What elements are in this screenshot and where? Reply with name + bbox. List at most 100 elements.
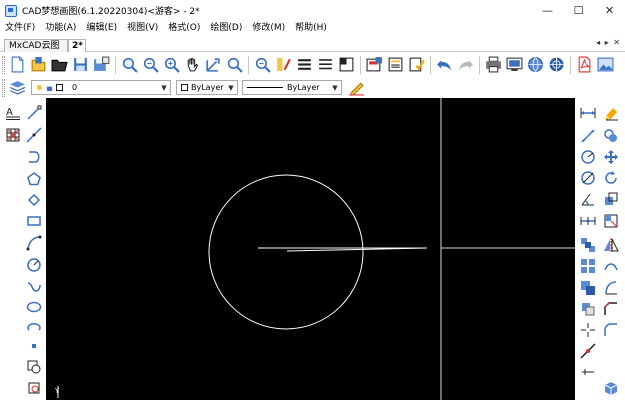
single-line-text-icon[interactable]: A — [3, 103, 23, 123]
layer-select[interactable]: 0 ▼ — [31, 80, 171, 95]
point-icon[interactable] — [24, 336, 44, 356]
hatch-grid-icon[interactable] — [3, 125, 23, 145]
line-icon[interactable] — [24, 103, 44, 123]
spline-icon[interactable] — [24, 277, 44, 297]
toolbar-separator — [248, 55, 249, 74]
copy-icon[interactable] — [601, 126, 621, 146]
properties-panel-icon[interactable] — [578, 362, 598, 382]
zoom-all-icon[interactable] — [161, 54, 182, 75]
open-file-icon[interactable] — [49, 54, 70, 75]
color-select[interactable]: ByLayer ▼ — [176, 80, 238, 95]
ellipse-arc-icon[interactable] — [24, 317, 44, 337]
open-folder-icon[interactable] — [28, 54, 49, 75]
polygon-icon[interactable] — [24, 169, 44, 189]
explode-icon[interactable] — [578, 320, 598, 340]
toolbar-grip[interactable] — [2, 78, 5, 97]
linetype-select[interactable]: ByLayer ▼ — [242, 80, 342, 95]
minimize-button[interactable]: — — [532, 0, 563, 20]
chevron-down-icon[interactable]: ▼ — [331, 83, 339, 92]
chevron-down-icon[interactable]: ▼ — [160, 83, 168, 92]
3d-box-icon[interactable] — [601, 378, 621, 398]
fillet-icon[interactable] — [601, 320, 621, 340]
menu-edit[interactable]: 编辑(E) — [81, 20, 122, 37]
save-as-icon[interactable] — [91, 54, 112, 75]
extend-icon[interactable] — [601, 278, 621, 298]
menu-draw[interactable]: 绘图(D) — [205, 20, 247, 37]
menu-file[interactable]: 文件(F) — [0, 20, 40, 37]
stretch-icon[interactable] — [601, 211, 621, 231]
circle-icon[interactable] — [24, 255, 44, 275]
close-button[interactable]: ✕ — [594, 0, 625, 20]
zoom-realtime-icon[interactable] — [140, 54, 161, 75]
check-list-icon[interactable] — [406, 54, 427, 75]
rotate-icon[interactable] — [601, 168, 621, 188]
polyline-icon[interactable] — [24, 147, 44, 167]
maximize-button[interactable]: ☐ — [563, 0, 594, 20]
insert-block-icon[interactable] — [24, 357, 44, 377]
redo-icon[interactable] — [455, 54, 476, 75]
circle-entity[interactable] — [208, 174, 364, 330]
move-icon[interactable] — [601, 147, 621, 167]
break-icon[interactable] — [601, 256, 621, 276]
app-logo-icon — [5, 4, 17, 17]
dimension-linear-icon[interactable] — [578, 103, 598, 123]
trim-icon[interactable] — [578, 278, 598, 298]
tab-nav-controls[interactable]: ◂ ▸ ✕ — [596, 38, 621, 47]
export-pdf-icon[interactable] — [574, 54, 595, 75]
zoom-out-icon[interactable] — [252, 54, 273, 75]
export-image-icon[interactable] — [595, 54, 616, 75]
chamfer-icon[interactable] — [601, 299, 621, 319]
menu-help[interactable]: 帮助(H) — [290, 20, 332, 37]
dimension-angular-icon[interactable] — [578, 189, 598, 209]
insert-image-icon[interactable] — [364, 54, 385, 75]
dimension-diameter-icon[interactable] — [578, 168, 598, 188]
zoom-previous-icon[interactable] — [224, 54, 245, 75]
offset-icon[interactable] — [578, 256, 598, 276]
menu-function[interactable]: 功能(A) — [40, 20, 81, 37]
share-icon[interactable] — [504, 54, 525, 75]
rectangle-icon[interactable] — [24, 211, 44, 231]
dimension-continue-icon[interactable] — [578, 211, 598, 231]
menu-format[interactable]: 格式(O) — [163, 20, 205, 37]
dimension-radius-icon[interactable] — [578, 147, 598, 167]
pan-hand-icon[interactable] — [182, 54, 203, 75]
print-icon[interactable] — [483, 54, 504, 75]
revision-cloud-icon[interactable] — [24, 190, 44, 210]
menu-view[interactable]: 视图(V) — [122, 20, 163, 37]
scale-icon[interactable] — [601, 189, 621, 209]
linetype-icon[interactable] — [315, 54, 336, 75]
tab-drawing-2[interactable]: 2* — [68, 39, 86, 52]
menu-modify[interactable]: 修改(M) — [247, 20, 290, 37]
block-icon[interactable] — [336, 54, 357, 75]
join-icon[interactable] — [578, 299, 598, 319]
mirror-icon[interactable] — [601, 235, 621, 255]
new-file-icon[interactable] — [7, 54, 28, 75]
tab-mxcad-cloud[interactable]: MxCAD云图 — [4, 39, 68, 52]
toolbar-separator — [570, 55, 571, 74]
zoom-window-icon[interactable] — [119, 54, 140, 75]
globe-icon[interactable] — [525, 54, 546, 75]
drawing-canvas[interactable]: Y — [46, 98, 575, 400]
web-icon[interactable] — [546, 54, 567, 75]
toolbar-separator — [430, 55, 431, 74]
make-block-icon[interactable] — [24, 378, 44, 398]
lengthen-icon[interactable] — [578, 341, 598, 361]
undo-icon[interactable] — [434, 54, 455, 75]
save-icon[interactable] — [70, 54, 91, 75]
array-icon[interactable] — [578, 235, 598, 255]
toolbar-grip[interactable] — [2, 55, 5, 74]
layer-stack-icon[interactable] — [7, 77, 28, 98]
ellipse-icon[interactable] — [24, 297, 44, 317]
linetype-preview — [247, 87, 283, 88]
pen-properties-icon[interactable] — [346, 77, 367, 98]
arc-icon[interactable] — [24, 233, 44, 253]
construction-line-icon[interactable] — [24, 125, 44, 145]
toolbar-separator — [115, 55, 116, 74]
dimension-aligned-icon[interactable] — [578, 126, 598, 146]
zoom-extents-icon[interactable] — [203, 54, 224, 75]
match-properties-icon[interactable] — [273, 54, 294, 75]
layer-manager-icon[interactable] — [294, 54, 315, 75]
chevron-down-icon[interactable]: ▼ — [227, 83, 235, 92]
erase-icon[interactable] — [601, 103, 621, 123]
text-style-icon[interactable] — [385, 54, 406, 75]
